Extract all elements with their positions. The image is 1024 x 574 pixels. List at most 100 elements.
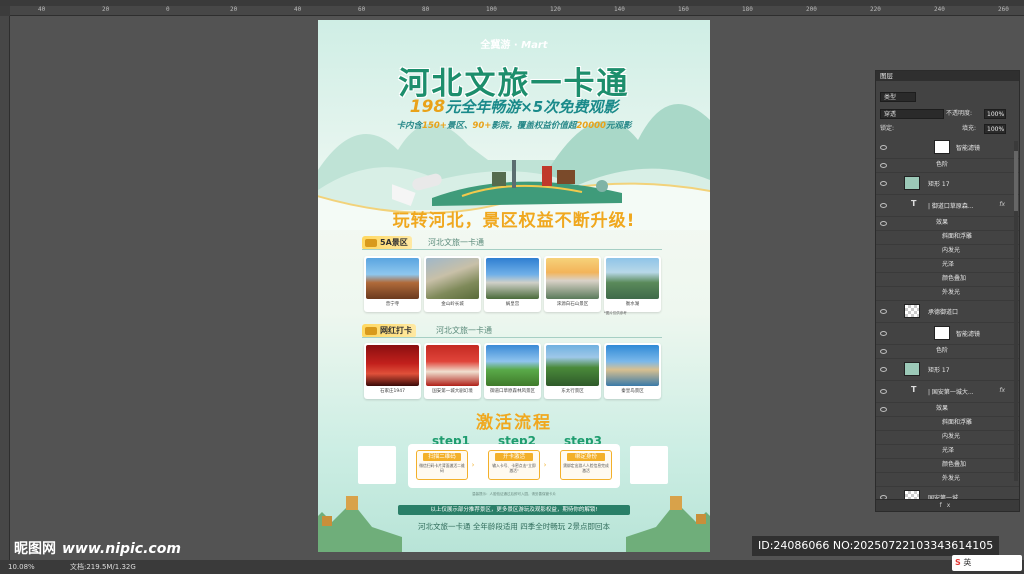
ticket-icon — [365, 239, 377, 247]
fx-icon[interactable]: fx — [999, 201, 1005, 208]
scenic-card[interactable]: 秦皇岛景区 — [604, 343, 661, 399]
photo-yudaokou-grassland — [486, 345, 539, 386]
scenic-card[interactable]: 东太行景区 — [544, 343, 601, 399]
layer-row[interactable]: 智能滤镜 — [876, 323, 1019, 345]
blend-mode-select[interactable]: 穿透 — [880, 109, 944, 119]
poster-canvas[interactable]: 全冀游 · Mart 河北文旅一卡通 198元全年畅游×5次免费观影 卡内含15… — [318, 20, 710, 552]
scenic-card[interactable]: 衡水湖 — [604, 256, 661, 312]
section-divider — [362, 337, 662, 338]
panel-scrollbar[interactable] — [1014, 141, 1018, 481]
layer-name: 外发光 — [942, 289, 961, 296]
ruler-tick: 260 — [998, 6, 1009, 13]
layer-row[interactable]: 效果 — [876, 403, 1019, 417]
visibility-eye-icon[interactable] — [880, 221, 887, 226]
card-caption: 御道口草原森林风景区 — [490, 389, 535, 394]
layers-footer: fx — [876, 499, 1019, 511]
visibility-eye-icon[interactable] — [880, 203, 887, 208]
scenic-card[interactable]: 娲皇宫 — [484, 256, 541, 312]
scenic-card[interactable]: 御道口草原森林风景区 — [484, 343, 541, 399]
price-number: 198 — [409, 97, 446, 117]
status-bar: 10.08% 文档:219.5M/1.32G — [0, 560, 1024, 574]
fill-field[interactable]: 100% — [984, 124, 1006, 134]
layers-panel: 图层 类型 穿透 不透明度: 100% 锁定: 填充: 100% 智能滤镜 色阶矩… — [875, 70, 1020, 512]
visibility-eye-icon[interactable] — [880, 181, 887, 186]
visibility-eye-icon[interactable] — [880, 331, 887, 336]
layer-row[interactable]: T | 御道口草原森... fx — [876, 195, 1019, 217]
step-card: 扫描二维码 微信扫码卡片背面激活二维码 — [416, 450, 468, 480]
layer-row[interactable]: 斜面和浮雕 — [876, 417, 1019, 431]
card-caption: 金山岭长城 — [441, 302, 464, 307]
lock-row: 锁定: 填充: 100% — [876, 123, 1019, 135]
scenic-card[interactable]: 金山岭长城 — [424, 256, 481, 312]
activation-title: 激活流程 — [476, 413, 552, 433]
photo-wahuang-palace — [486, 258, 539, 299]
scenic-card[interactable]: 国安第一城大剧幻境 — [424, 343, 481, 399]
layer-name: 智能滤镜 — [956, 331, 981, 338]
layer-row[interactable]: 矩形 17 — [876, 173, 1019, 195]
visibility-eye-icon[interactable] — [880, 389, 887, 394]
layers-tab[interactable]: 图层 — [876, 71, 1019, 81]
layer-row[interactable]: 外发光 — [876, 287, 1019, 301]
section-subtitle: 河北文旅一卡通 — [428, 238, 484, 247]
ime-toolbar[interactable]: S 英 — [952, 555, 1022, 571]
layer-row[interactable]: 内发光 — [876, 245, 1019, 259]
layer-name: 效果 — [936, 219, 949, 226]
layer-row[interactable]: 内发光 — [876, 431, 1019, 445]
step-card: 开卡激活 输入卡号、卡密点击"立即激活" — [488, 450, 540, 480]
filter-row: 类型 — [876, 91, 1019, 103]
layer-row[interactable]: 色阶 — [876, 159, 1019, 173]
layer-row[interactable]: 斜面和浮雕 — [876, 231, 1019, 245]
photo-baishi-mountain — [546, 258, 599, 299]
layer-row[interactable]: 矩形 17 — [876, 359, 1019, 381]
layer-name: 色阶 — [936, 161, 949, 168]
ruler-tick: 40 — [294, 6, 302, 13]
scenic-card[interactable]: 石家庄1947 — [364, 343, 421, 399]
subtitle-text: 元全年畅游×5次免费观影 — [445, 98, 619, 116]
layer-row[interactable]: T | 国安第一城大... fx — [876, 381, 1019, 403]
layer-row[interactable]: 色阶 — [876, 345, 1019, 359]
visibility-eye-icon[interactable] — [880, 309, 887, 314]
ruler-tick: 20 — [102, 6, 110, 13]
card-caption: 衡水湖 — [625, 302, 640, 307]
qr-placeholder-left — [358, 446, 396, 484]
visibility-eye-icon[interactable] — [880, 163, 887, 168]
section-divider — [362, 249, 662, 250]
layer-row[interactable]: 外发光 — [876, 473, 1019, 487]
layer-row[interactable]: 光泽 — [876, 445, 1019, 459]
section-badge: 5A景区 — [362, 236, 412, 250]
photo-guoan-city — [426, 345, 479, 386]
section-hot: 网红打卡 河北文旅一卡通 — [362, 324, 662, 338]
card-caption: 涞源白石山景区 — [556, 302, 589, 307]
bottom-slogan: 河北文旅一卡通 全年龄段适用 四季全时畅玩 2景点即回本 — [418, 522, 610, 531]
visibility-eye-icon[interactable] — [880, 407, 887, 412]
step-card: 绑定身份 需绑定出游人人脸信息完成激活 — [560, 450, 612, 480]
filter-kind-select[interactable]: 类型 — [880, 92, 916, 102]
layer-name: 效果 — [936, 405, 949, 412]
watermark: 昵图网 www.nipic.com — [14, 541, 181, 557]
section-badge: 网红打卡 — [362, 324, 416, 338]
layer-row[interactable]: 光泽 — [876, 259, 1019, 273]
layer-row[interactable]: 效果 — [876, 217, 1019, 231]
ruler-tick: 60 — [358, 6, 366, 13]
fx-icon[interactable]: fx — [999, 387, 1005, 394]
visibility-eye-icon[interactable] — [880, 367, 887, 372]
layer-thumbnail — [904, 304, 920, 318]
visibility-eye-icon[interactable] — [880, 349, 887, 354]
layer-row[interactable]: 颜色叠加 — [876, 459, 1019, 473]
layer-row[interactable]: 智能滤镜 — [876, 137, 1019, 159]
scenic-card[interactable]: 涞源白石山景区 — [544, 256, 601, 312]
card-caption: 娲皇宫 — [505, 302, 520, 307]
layer-row[interactable]: 颜色叠加 — [876, 273, 1019, 287]
layer-row[interactable]: 承德御道口 — [876, 301, 1019, 323]
ruler-tick: 120 — [550, 6, 561, 13]
opacity-field[interactable]: 100% — [984, 109, 1006, 119]
visibility-eye-icon[interactable] — [880, 145, 887, 150]
activation-flow: 扫描二维码 微信扫码卡片背面激活二维码 › 开卡激活 输入卡号、卡密点击"立即激活"… — [408, 444, 620, 488]
landmark-illustration — [392, 160, 622, 207]
scenic-card[interactable]: 普宁寺 — [364, 256, 421, 312]
zoom-level[interactable]: 10.08% — [8, 560, 35, 574]
ruler-tick: 20 — [230, 6, 238, 13]
layer-name: 斜面和浮雕 — [942, 233, 973, 240]
layer-thumbnail — [934, 326, 950, 340]
image-note: *图片仅供参考 — [604, 311, 627, 315]
